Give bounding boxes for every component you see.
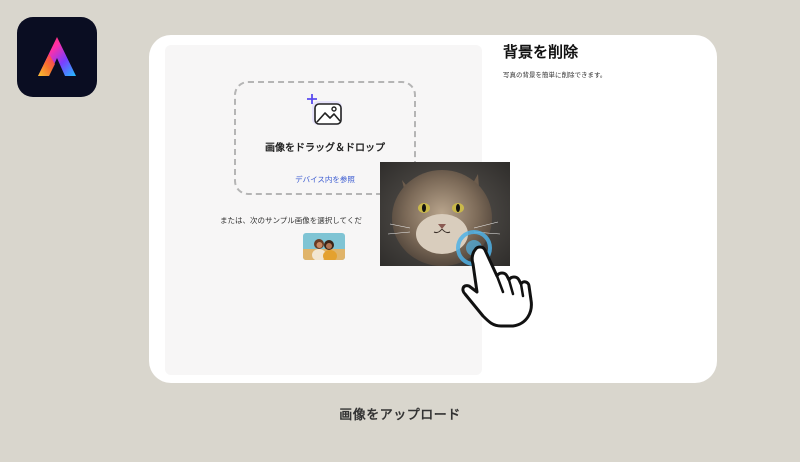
adobe-express-logo-icon (38, 37, 76, 76)
adobe-express-app-icon (17, 17, 97, 97)
sample-image-thumbnail[interactable] (303, 233, 345, 260)
dropzone-title: 画像をドラッグ＆ドロップ (265, 143, 385, 154)
feature-description: 写真の背景を簡単に削除できます。 (503, 71, 607, 79)
sample-photo-people (303, 233, 345, 260)
hand-pointer-icon (456, 230, 533, 328)
feature-title: 背景を削除 (503, 43, 579, 61)
step-caption: 画像をアップロード (339, 408, 461, 423)
image-plus-icon (307, 94, 342, 125)
